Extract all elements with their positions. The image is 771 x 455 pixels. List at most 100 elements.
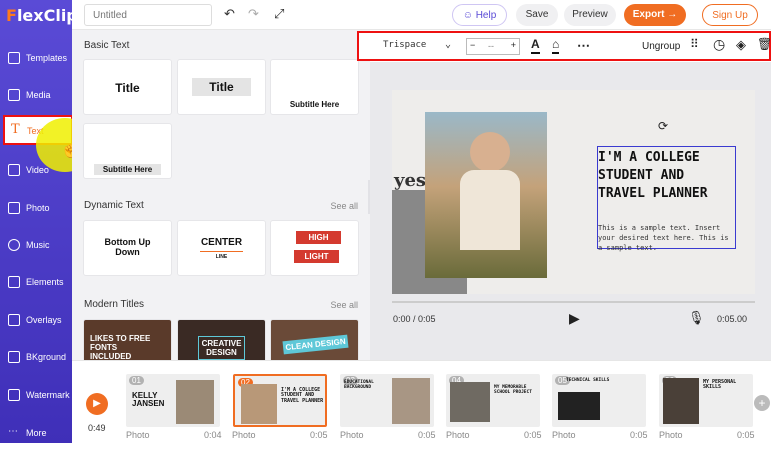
center-underline <box>200 251 243 252</box>
sidebar-item-media[interactable]: Media <box>0 81 72 117</box>
text-icon: T <box>11 122 20 137</box>
highlight-color-icon[interactable]: ⌂ <box>552 37 560 54</box>
help-button[interactable]: ☺ Help <box>452 4 507 26</box>
overlays-icon <box>8 314 20 326</box>
clip-photo <box>663 378 699 424</box>
top-bar: ↶ ↷ ⤢ ☺ Help Save Preview Export → Sign … <box>72 0 771 30</box>
save-button[interactable]: Save <box>516 4 558 26</box>
slide-photo[interactable] <box>425 112 547 278</box>
sidebar-item-video[interactable]: Video <box>0 156 72 192</box>
clip-photo <box>241 384 277 424</box>
watermark-icon <box>8 389 20 401</box>
clip-2-duration: 0:05 <box>310 430 328 440</box>
minus-icon[interactable]: − <box>470 40 475 50</box>
bkground-icon <box>8 351 20 363</box>
clip-1-duration: 0:04 <box>204 430 222 440</box>
text-preset-subtitle-boxed[interactable]: Subtitle Here <box>84 124 171 178</box>
sidebar-item-bkground[interactable]: BKground <box>0 343 72 379</box>
slide-body-text[interactable]: This is a sample text. Insert your desir… <box>598 223 732 253</box>
progress-track[interactable] <box>392 301 755 303</box>
elements-icon <box>8 276 20 288</box>
modern-see-all-link[interactable]: See all <box>330 300 358 310</box>
text-preset-subtitle[interactable]: Subtitle Here <box>271 60 358 114</box>
text-preset-title-bold[interactable]: Title <box>84 60 171 114</box>
dynamic-see-all-link[interactable]: See all <box>330 201 358 211</box>
timeline-clip-3[interactable]: 03 EDUCATIONAL BACKGROUND <box>340 374 434 427</box>
dynamic-text-heading: Dynamic Text <box>84 200 144 211</box>
signup-button[interactable]: Sign Up <box>702 4 758 26</box>
current-time: 0:00 / 0:05 <box>393 314 436 324</box>
redo-icon[interactable]: ↷ <box>248 6 259 22</box>
clip-6-duration: 0:05 <box>737 430 755 440</box>
timeline-clip-1[interactable]: 01 KELLY JANSEN <box>126 374 220 427</box>
video-icon <box>8 164 20 176</box>
sidebar-item-elements[interactable]: Elements <box>0 268 72 304</box>
clip-4-duration: 0:05 <box>524 430 542 440</box>
timeline-add-button[interactable]: + <box>754 395 770 411</box>
more-options-icon[interactable]: ⋯ <box>577 38 590 54</box>
plus-icon[interactable]: + <box>511 40 516 50</box>
clip-photo <box>176 380 214 424</box>
microphone-icon[interactable]: 🎙 <box>688 310 705 326</box>
fullscreen-icon[interactable]: ⤢ <box>274 6 284 22</box>
font-select[interactable]: Trispace ⌄ <box>383 39 451 50</box>
modern-title-card-2[interactable]: CREATIVE DESIGN <box>178 320 265 360</box>
slide-canvas[interactable]: yes. ⟳ I'M A COLLEGE STUDENT AND TRAVEL … <box>392 90 755 294</box>
sidebar-item-templates[interactable]: Templates <box>0 44 72 80</box>
rotate-handle-icon[interactable]: ⟳ <box>658 119 668 133</box>
trash-icon[interactable]: 🗑 <box>757 37 771 51</box>
modern-titles-heading: Modern Titles <box>84 299 145 310</box>
person-figure <box>470 132 510 172</box>
text-group-selection[interactable]: ⟳ I'M A COLLEGE STUDENT AND TRAVEL PLANN… <box>597 119 736 252</box>
sidebar-item-overlays[interactable]: Overlays <box>0 306 72 342</box>
timeline-clip-2[interactable]: 02 I'M A COLLEGE STUDENT AND TRAVEL PLANN… <box>233 374 327 427</box>
layers-icon[interactable]: ◈ <box>736 37 746 53</box>
slide-heading[interactable]: I'M A COLLEGE STUDENT AND TRAVEL PLANNER <box>598 149 728 203</box>
export-button[interactable]: Export → <box>624 4 686 26</box>
clip-photo <box>392 378 430 424</box>
sidebar-item-music[interactable]: Music <box>0 231 72 267</box>
basic-text-heading: Basic Text <box>84 40 130 51</box>
music-icon <box>8 239 20 251</box>
timeline: ▶ 0:49 01 KELLY JANSEN Photo 0:04 02 I'M A … <box>72 360 771 443</box>
sidebar-item-more[interactable]: ⋯ More <box>0 419 72 455</box>
chevron-down-icon: ⌄ <box>445 39 452 50</box>
sidebar-item-photo[interactable]: Photo <box>0 194 72 230</box>
modern-title-card-3[interactable]: CLEAN DESIGN <box>271 320 358 360</box>
clip-photo <box>450 382 490 422</box>
timeline-clip-4[interactable]: 04 MY MEMORABLE SCHOOL PROJECT <box>446 374 540 427</box>
preview-button[interactable]: Preview <box>564 4 616 26</box>
text-preset-title-boxed[interactable]: Title <box>178 60 265 114</box>
clip-5-type: Photo <box>552 430 576 440</box>
total-time: 0:05.00 <box>717 314 748 324</box>
arrow-right-icon: → <box>664 9 678 20</box>
timeline-play-button[interactable]: ▶ <box>86 393 108 415</box>
ungroup-button[interactable]: Ungroup <box>642 41 680 52</box>
text-color-icon[interactable]: A <box>531 37 540 54</box>
clip-5-duration: 0:05 <box>630 430 648 440</box>
timeline-total-duration: 0:49 <box>88 423 106 433</box>
modern-title-card-1[interactable]: LIKES TO FREE FONTS INCLUDED <box>84 320 171 360</box>
sidebar: FlexClip Templates Media T Text Video Pho… <box>0 0 78 443</box>
play-icon[interactable]: ▶ <box>569 310 580 327</box>
clip-2-type: Photo <box>232 430 256 440</box>
project-title-input[interactable] <box>84 4 212 26</box>
clip-laptop <box>558 392 600 420</box>
font-size-stepper[interactable]: − -- + <box>466 38 520 55</box>
text-preset-bottom-up[interactable]: Bottom Up Down <box>84 221 171 275</box>
clip-3-type: Photo <box>340 430 364 440</box>
sidebar-item-watermark[interactable]: Watermark <box>0 381 72 417</box>
clip-6-type: Photo <box>659 430 683 440</box>
text-toolbar: Trispace ⌄ − -- + A ⌂ ⋯ Ungroup ⠿ ◷ ◈ 🗑 <box>357 31 771 61</box>
text-preset-high-light[interactable]: HIGH LIGHT <box>271 221 358 275</box>
media-icon <box>8 89 20 101</box>
timeline-clip-6[interactable]: 06MY PERSONAL SKILLS <box>659 374 753 427</box>
clip-3-duration: 0:05 <box>418 430 436 440</box>
timeline-clip-5[interactable]: 05 TECHNICAL SKILLS <box>552 374 646 427</box>
undo-icon[interactable]: ↶ <box>224 6 235 22</box>
text-preset-center[interactable]: CENTER LINE <box>178 221 265 275</box>
templates-icon <box>8 52 20 64</box>
grid-icon[interactable]: ⠿ <box>690 37 699 51</box>
flexclip-logo[interactable]: FlexClip <box>6 6 78 25</box>
clock-icon[interactable]: ◷ <box>713 36 725 53</box>
